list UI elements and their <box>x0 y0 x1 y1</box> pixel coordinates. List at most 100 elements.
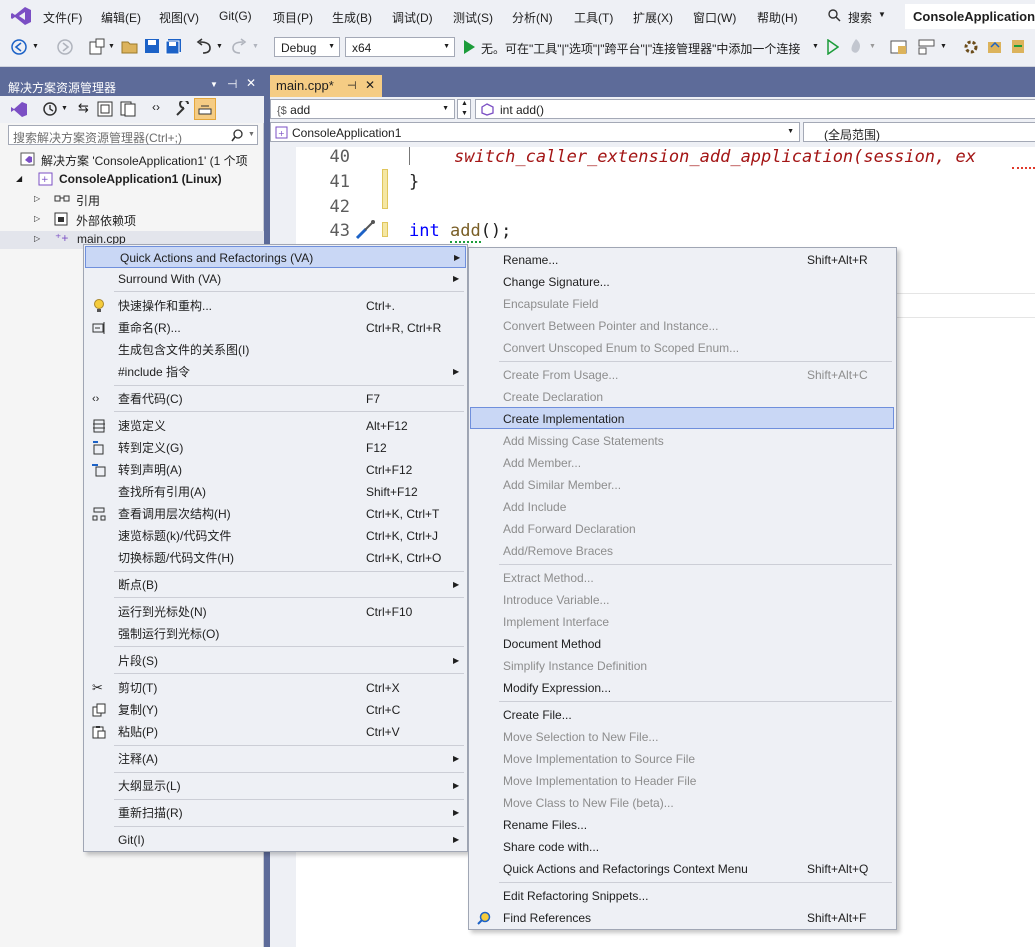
vs-home-icon[interactable] <box>10 101 28 118</box>
submenu-item-move-impl-header[interactable]: Move Implementation to Header File <box>469 770 896 792</box>
chevron-down-icon[interactable]: ▼ <box>32 43 39 50</box>
platform-select[interactable]: x64 ▼ <box>345 37 455 57</box>
submenu-item-add-member[interactable]: Add Member... <box>469 452 896 474</box>
down-arrow-icon[interactable]: ▼ <box>461 110 468 117</box>
global-scope-select[interactable]: (全局范围) <box>803 122 1035 142</box>
submenu-item-document-method[interactable]: Document Method <box>469 633 896 655</box>
menu-item-go-to-declaration[interactable]: 转到声明(A) Ctrl+F12 <box>84 459 467 481</box>
submenu-item-add-forward-declaration[interactable]: Add Forward Declaration <box>469 518 896 540</box>
submenu-item-add-similar-member[interactable]: Add Similar Member... <box>469 474 896 496</box>
layout-icon[interactable] <box>918 38 936 56</box>
menu-edit[interactable]: 编辑(E) <box>101 9 141 26</box>
member-select[interactable]: int add() <box>475 99 1035 119</box>
menu-item-view-code[interactable]: ‹› 查看代码(C) F7 <box>84 388 467 410</box>
submenu-item-rename-files[interactable]: Rename Files... <box>469 814 896 836</box>
code-view-icon[interactable]: ‹› <box>152 100 160 114</box>
menu-item-cut[interactable]: ✂ 剪切(T) Ctrl+X <box>84 677 467 699</box>
up-arrow-icon[interactable]: ▲ <box>461 100 468 107</box>
menu-item-run-to-cursor[interactable]: 运行到光标处(N) Ctrl+F10 <box>84 601 467 623</box>
chevron-down-icon[interactable]: ▼ <box>940 43 947 50</box>
refresh-files-icon[interactable] <box>986 38 1004 56</box>
menu-tools[interactable]: 工具(T) <box>574 9 613 26</box>
menu-item-call-hierarchy[interactable]: 查看调用层次结构(H) Ctrl+K, Ctrl+T <box>84 503 467 525</box>
menu-item-include-graph[interactable]: 生成包含文件的关系图(I) <box>84 339 467 361</box>
new-project-icon[interactable] <box>88 38 106 56</box>
menu-item-find-all-references[interactable]: 查找所有引用(A) Shift+F12 <box>84 481 467 503</box>
collapsed-arrow-icon[interactable]: ▷ <box>34 194 40 203</box>
show-all-files-icon[interactable] <box>120 101 136 117</box>
open-folder-icon[interactable] <box>121 39 139 55</box>
submenu-item-move-impl-source[interactable]: Move Implementation to Source File <box>469 748 896 770</box>
menu-item-toggle-header[interactable]: 切换标题/代码文件(H) Ctrl+K, Ctrl+O <box>84 547 467 569</box>
submenu-item-convert-pointer-instance[interactable]: Convert Between Pointer and Instance... <box>469 315 896 337</box>
configuration-select[interactable]: Debug ▼ <box>274 37 340 57</box>
forward-icon[interactable] <box>56 38 74 56</box>
pin-icon[interactable]: ⊣ <box>227 77 237 91</box>
submenu-item-introduce-variable[interactable]: Introduce Variable... <box>469 589 896 611</box>
menu-item-quick-actions[interactable]: 快速操作和重构... Ctrl+. <box>84 295 467 317</box>
menu-file[interactable]: 文件(F) <box>43 9 82 26</box>
submenu-item-change-signature[interactable]: Change Signature... <box>469 271 896 293</box>
submenu-item-move-class[interactable]: Move Class to New File (beta)... <box>469 792 896 814</box>
menu-item-rescan[interactable]: 重新扫描(R) ▶ <box>84 802 467 824</box>
chevron-down-icon[interactable]: ▼ <box>210 80 218 89</box>
menu-item-outlining[interactable]: 大纲显示(L) ▶ <box>84 775 467 797</box>
search-button[interactable]: 搜索 ▼ <box>822 5 894 26</box>
swap-files-icon[interactable] <box>1010 38 1028 56</box>
menu-analyze[interactable]: 分析(N) <box>512 9 553 26</box>
menu-item-snippets[interactable]: 片段(S) ▶ <box>84 650 467 672</box>
submenu-item-encapsulate-field[interactable]: Encapsulate Field <box>469 293 896 315</box>
menu-item-comment[interactable]: 注释(A) ▶ <box>84 748 467 770</box>
menu-build[interactable]: 生成(B) <box>332 9 372 26</box>
menu-item-go-to-definition[interactable]: 转到定义(G) F12 <box>84 437 467 459</box>
tree-item-project[interactable]: ◢ + ConsoleApplication1 (Linux) <box>16 171 256 189</box>
submenu-item-add-remove-braces[interactable]: Add/Remove Braces <box>469 540 896 562</box>
submenu-item-edit-refactoring-snippets[interactable]: Edit Refactoring Snippets... <box>469 885 896 907</box>
back-icon[interactable] <box>10 38 30 56</box>
solution-search-input[interactable]: 搜索解决方案资源管理器(Ctrl+;) ▼ <box>8 125 258 145</box>
menu-item-include-directives[interactable]: #include 指令 ▶ <box>84 361 467 383</box>
menu-debug[interactable]: 调试(D) <box>392 9 433 26</box>
menu-item-copy[interactable]: 复制(Y) Ctrl+C <box>84 699 467 721</box>
submenu-item-create-file[interactable]: Create File... <box>469 704 896 726</box>
menu-test[interactable]: 测试(S) <box>453 9 493 26</box>
hot-reload-icon[interactable] <box>847 38 865 56</box>
menu-project[interactable]: 项目(P) <box>273 9 313 26</box>
preview-toggle[interactable] <box>194 98 216 120</box>
submenu-item-quick-actions-context-menu[interactable]: Quick Actions and Refactorings Context M… <box>469 858 896 880</box>
submenu-item-add-missing-case[interactable]: Add Missing Case Statements <box>469 430 896 452</box>
pin-icon[interactable]: ⊣ <box>347 79 357 92</box>
close-icon[interactable]: ✕ <box>246 76 256 90</box>
function-scope-select[interactable]: {$ add ▼ <box>270 99 455 119</box>
history-icon[interactable] <box>42 101 58 117</box>
submenu-item-move-selection[interactable]: Move Selection to New File... <box>469 726 896 748</box>
menu-window[interactable]: 窗口(W) <box>693 9 736 26</box>
chevron-down-icon[interactable]: ▼ <box>108 43 115 50</box>
submenu-item-create-implementation[interactable]: Create Implementation <box>470 407 894 429</box>
collapsed-arrow-icon[interactable]: ▷ <box>34 214 40 223</box>
menu-git[interactable]: Git(G) <box>219 9 252 23</box>
menu-extensions[interactable]: 扩展(X) <box>633 9 673 26</box>
menu-item-quick-actions-va[interactable]: Quick Actions and Refactorings (VA) ▶ <box>85 246 466 268</box>
submenu-item-extract-method[interactable]: Extract Method... <box>469 567 896 589</box>
submenu-item-simplify-instance[interactable]: Simplify Instance Definition <box>469 655 896 677</box>
submenu-item-implement-interface[interactable]: Implement Interface <box>469 611 896 633</box>
chevron-down-icon[interactable]: ▼ <box>216 43 223 50</box>
submenu-item-create-from-usage[interactable]: Create From Usage... Shift+Alt+C <box>469 364 896 386</box>
submenu-item-rename[interactable]: Rename... Shift+Alt+R <box>469 249 896 271</box>
menu-item-git[interactable]: Git(I) ▶ <box>84 829 467 851</box>
undo-icon[interactable] <box>195 38 213 55</box>
properties-wrench-icon[interactable] <box>175 101 191 117</box>
chevron-down-icon[interactable]: ▼ <box>869 43 876 50</box>
save-icon[interactable] <box>144 38 160 54</box>
save-all-icon[interactable] <box>165 38 182 55</box>
browse-icon[interactable] <box>890 38 908 56</box>
menu-item-peek-definition[interactable]: 速览定义 Alt+F12 <box>84 415 467 437</box>
submenu-item-modify-expression[interactable]: Modify Expression... <box>469 677 896 699</box>
redo-icon[interactable] <box>230 38 248 55</box>
submenu-item-share-code[interactable]: Share code with... <box>469 836 896 858</box>
menu-item-peek-header[interactable]: 速览标题(k)/代码文件 Ctrl+K, Ctrl+J <box>84 525 467 547</box>
settings-gear-icon[interactable] <box>962 38 980 56</box>
submenu-item-find-references[interactable]: Find References Shift+Alt+F <box>469 907 896 929</box>
scope-spinner[interactable]: ▲ ▼ <box>457 99 471 119</box>
